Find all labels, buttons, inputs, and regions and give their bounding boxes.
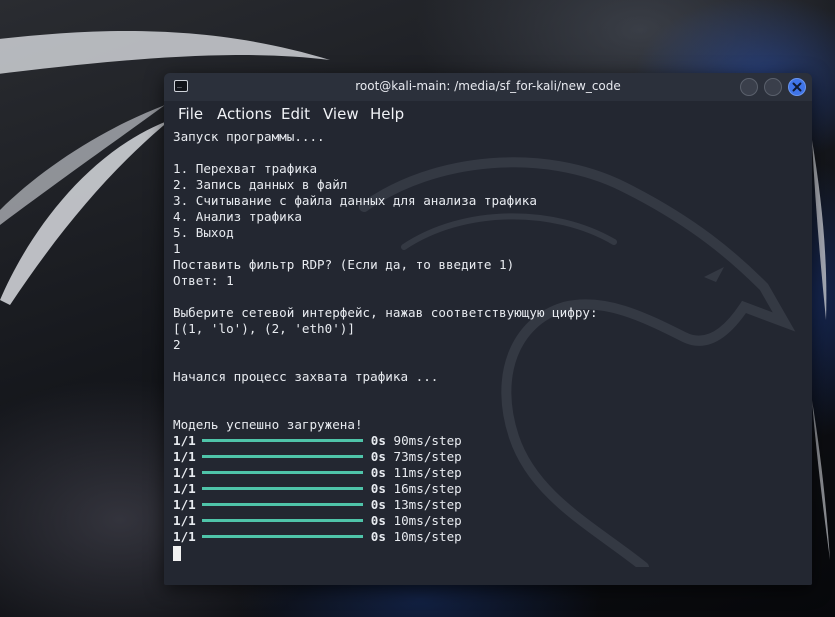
terminal-line: 4. Анализ трафика (173, 209, 302, 224)
progress-step: 1/1 (173, 529, 196, 544)
title-bar[interactable]: _ root@kali-main: /media/sf_for-kali/new… (164, 73, 812, 101)
progress-step: 1/1 (173, 465, 196, 480)
terminal-line: 3. Считывание с файла данных для анализа… (173, 193, 537, 208)
terminal-line: [(1, 'lo'), (2, 'eth0')] (173, 321, 355, 336)
terminal-window: _ root@kali-main: /media/sf_for-kali/new… (164, 73, 812, 585)
menu-file[interactable]: File (178, 105, 203, 123)
window-title: root@kali-main: /media/sf_for-kali/new_c… (355, 79, 621, 93)
progress-step: 1/1 (173, 449, 196, 464)
terminal-line: 1. Перехват трафика (173, 161, 318, 176)
progress-bar (201, 487, 363, 490)
close-button[interactable] (788, 78, 806, 96)
terminal-line: Поставить фильтр RDP? (Если да, то введи… (173, 257, 515, 272)
progress-bar (201, 439, 363, 442)
menu-edit[interactable]: Edit (281, 105, 310, 123)
terminal-line: Ответ: 1 (173, 273, 234, 288)
progress-bar (201, 535, 363, 538)
terminal-line: Запуск программы.... (173, 129, 325, 144)
menu-bar: File Actions Edit View Help (164, 101, 812, 127)
progress-time: 0s (370, 529, 386, 544)
progress-bar (201, 471, 363, 474)
maximize-button[interactable] (764, 78, 782, 96)
progress-step: 1/1 (173, 497, 196, 512)
progress-line: 1/1 0s 10ms/step (173, 529, 598, 545)
progress-line: 1/1 0s 16ms/step (173, 481, 598, 497)
terminal-line: 2. Запись данных в файл (173, 177, 348, 192)
progress-rate: 16ms/step (393, 481, 462, 496)
progress-step: 1/1 (173, 433, 196, 448)
terminal-output[interactable]: Запуск программы.... 1. Перехват трафика 2… (164, 127, 812, 585)
progress-rate: 10ms/step (393, 529, 462, 544)
terminal-line: Выберите сетевой интерфейс, нажав соотве… (173, 305, 598, 320)
terminal-line: 1 (173, 241, 181, 256)
progress-line: 1/1 0s 73ms/step (173, 449, 598, 465)
prompt-line[interactable] (173, 545, 598, 561)
progress-line: 1/1 0s 10ms/step (173, 513, 598, 529)
progress-time: 0s (370, 513, 386, 528)
menu-help[interactable]: Help (370, 105, 404, 123)
terminal-line: 5. Выход (173, 225, 234, 240)
progress-rate: 90ms/step (393, 433, 462, 448)
terminal-line: Начался процесс захвата трафика ... (173, 369, 439, 384)
menu-view[interactable]: View (323, 105, 359, 123)
progress-rate: 11ms/step (393, 465, 462, 480)
progress-rate: 73ms/step (393, 449, 462, 464)
progress-bar (201, 519, 363, 522)
terminal-lines: Запуск программы.... 1. Перехват трафика 2… (173, 129, 598, 561)
progress-bar (201, 455, 363, 458)
progress-line: 1/1 0s 11ms/step (173, 465, 598, 481)
progress-line: 1/1 0s 13ms/step (173, 497, 598, 513)
progress-rate: 13ms/step (393, 497, 462, 512)
progress-step: 1/1 (173, 513, 196, 528)
progress-line: 1/1 0s 90ms/step (173, 433, 598, 449)
text-cursor (173, 546, 181, 561)
close-icon (792, 82, 802, 92)
progress-time: 0s (370, 449, 386, 464)
progress-time: 0s (370, 497, 386, 512)
progress-step: 1/1 (173, 481, 196, 496)
progress-rate: 10ms/step (393, 513, 462, 528)
terminal-line: 2 (173, 337, 181, 352)
progress-time: 0s (370, 433, 386, 448)
terminal-line: Модель успешно загружена! (173, 417, 363, 432)
menu-actions[interactable]: Actions (217, 105, 272, 123)
minimize-button[interactable] (740, 78, 758, 96)
progress-time: 0s (370, 481, 386, 496)
progress-time: 0s (370, 465, 386, 480)
progress-bar (201, 503, 363, 506)
